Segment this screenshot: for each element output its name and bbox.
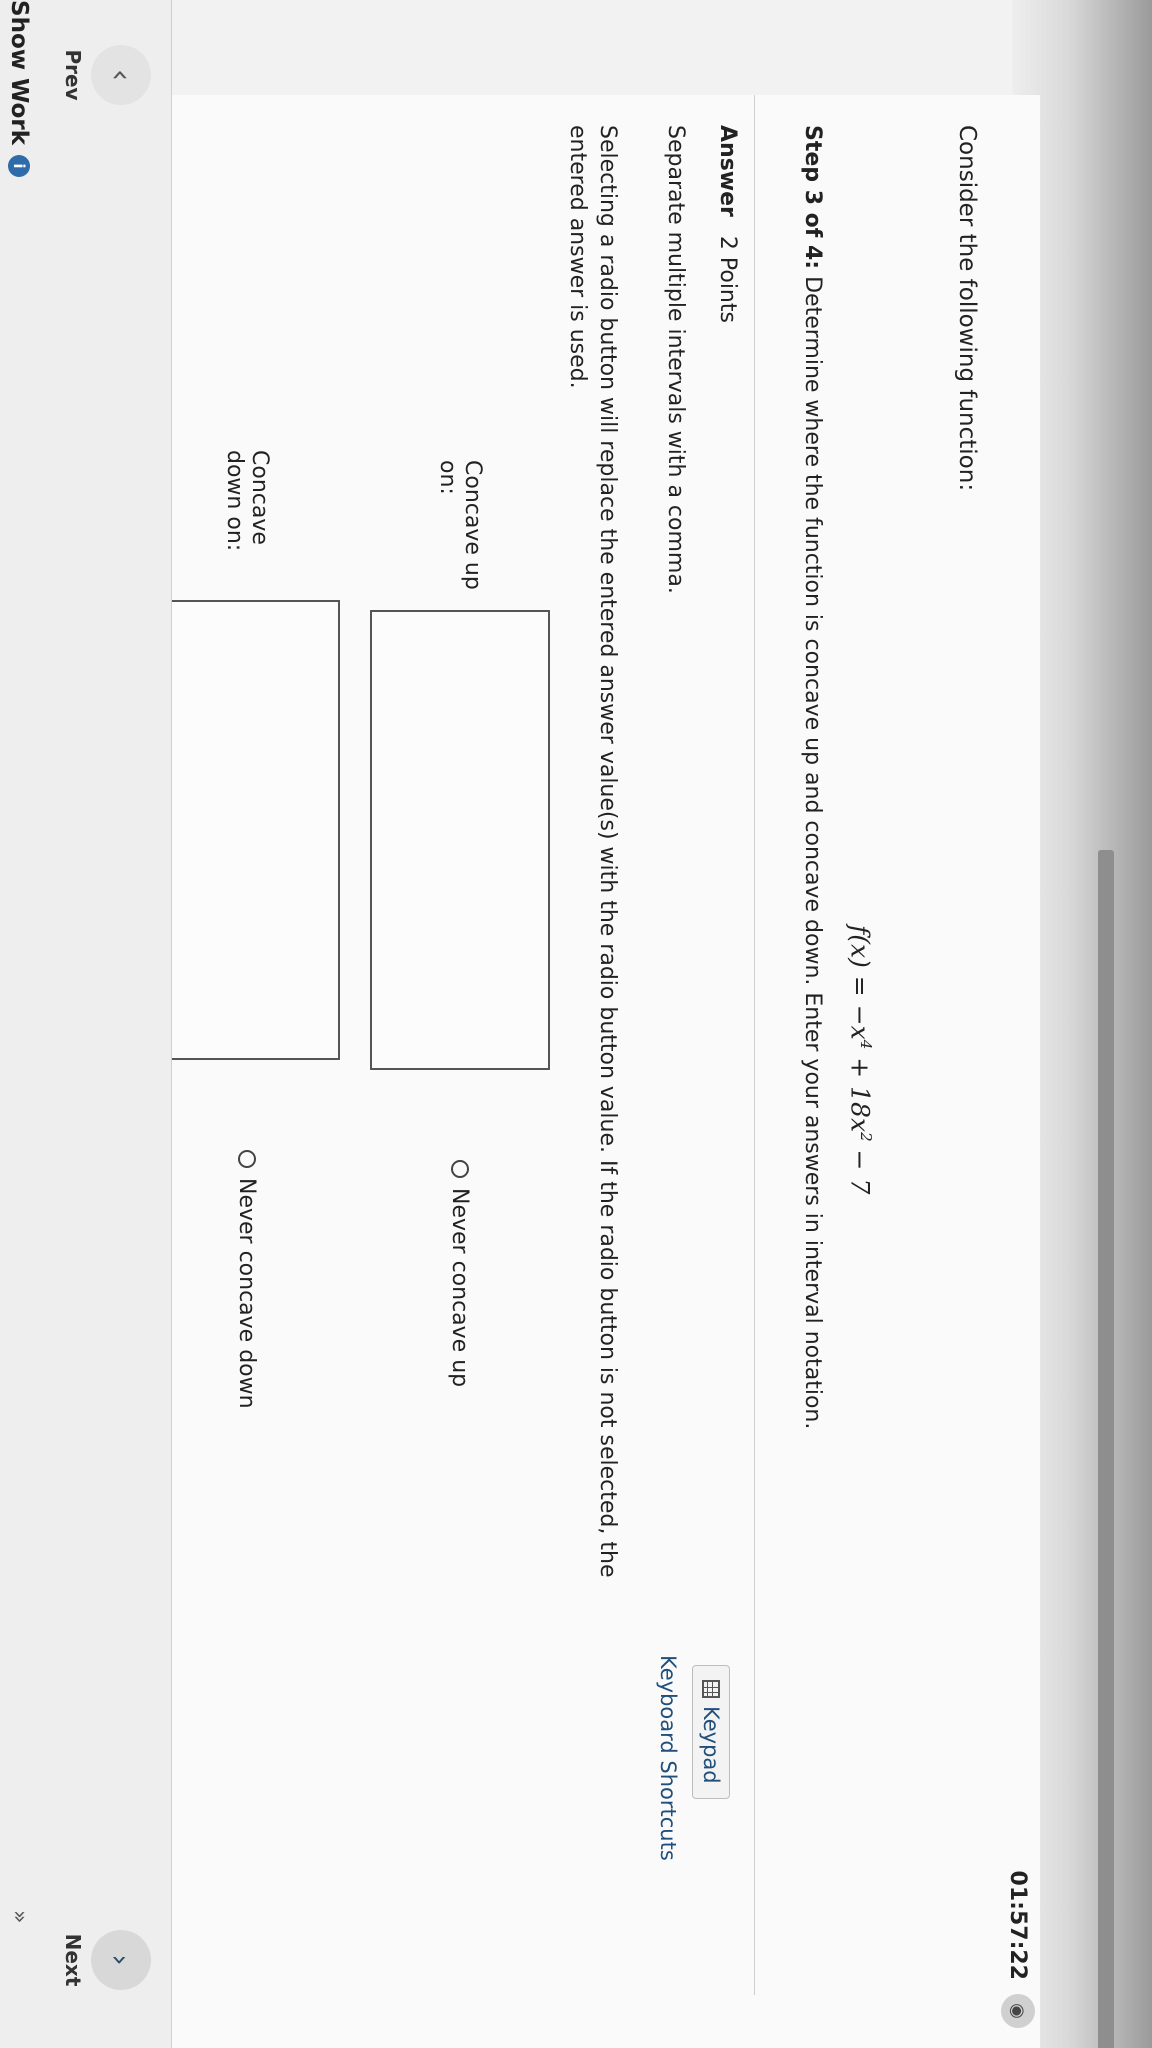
screen: 01:57:22 ◉ Consider the following functi… <box>0 0 1152 2048</box>
step-text: Determine where the function is concave … <box>800 269 825 1430</box>
formula-lhs: f(x) = −x <box>845 925 875 1040</box>
footer-nav: ‹ Prev › Next <box>0 0 172 2048</box>
eye-slash-icon[interactable]: ◉ <box>1001 1994 1035 2028</box>
answer-label: Answer <box>715 125 740 217</box>
concave-down-row: Concave down on: Never concave down <box>154 450 340 1409</box>
never-concave-down-label: Never concave down <box>234 1178 260 1409</box>
prev-button[interactable]: ‹ Prev <box>61 40 151 110</box>
prev-label: Prev <box>61 49 85 101</box>
keypad-icon <box>702 1680 720 1698</box>
chevron-right-icon[interactable]: › <box>91 1930 151 1990</box>
timer-bar: 01:57:22 ◉ <box>996 95 1040 2048</box>
never-concave-up-radio[interactable]: Never concave up <box>448 1160 473 1387</box>
concave-down-label: Concave down on: <box>222 450 272 552</box>
formula-mid: + 18x <box>845 1049 875 1133</box>
formula-exponent-4: 4 <box>857 1039 875 1050</box>
keypad-label: Keypad <box>699 1706 723 1784</box>
next-button[interactable]: › Next <box>61 1920 151 2000</box>
progress-bar <box>1098 850 1114 2048</box>
concave-up-row: Concave up on: Never concave up <box>370 450 550 1387</box>
instruction-separate: Separate multiple intervals with a comma… <box>663 125 688 594</box>
keyboard-shortcuts-link[interactable]: Keyboard Shortcuts <box>656 1655 680 1861</box>
concave-down-input[interactable] <box>154 600 340 1060</box>
step-instruction: Step 3 of 4: Determine where the functio… <box>800 125 825 1429</box>
never-concave-down-radio[interactable]: Never concave down <box>235 1150 260 1409</box>
timer: 01:57:22 <box>1005 1870 1031 1980</box>
show-work-button[interactable]: Show Work i <box>6 0 32 177</box>
formula-rhs: − 7 <box>845 1141 875 1195</box>
formula-exponent-2: 2 <box>857 1132 875 1142</box>
next-label: Next <box>61 1933 85 1987</box>
concave-up-input[interactable] <box>370 610 550 1070</box>
radio-circle-icon[interactable] <box>451 1160 469 1178</box>
info-icon: i <box>8 155 30 177</box>
points-label: 2 Points <box>715 235 740 323</box>
question-prompt: Consider the following function: <box>954 125 980 492</box>
show-work-label: Show Work <box>6 0 32 145</box>
never-concave-up-label: Never concave up <box>447 1188 473 1388</box>
instruction-radio: Selecting a radio button will replace th… <box>565 125 620 1578</box>
keypad-button[interactable]: Keypad <box>692 1665 730 1799</box>
radio-circle-icon[interactable] <box>238 1150 256 1168</box>
chevron-left-icon[interactable]: ‹ <box>91 45 151 105</box>
question-card: 01:57:22 ◉ Consider the following functi… <box>60 95 1040 2048</box>
function-formula: f(x) = −x4 + 18x2 − 7 <box>846 925 875 1194</box>
answer-header: Answer 2 Points <box>715 125 740 323</box>
step-label: Step 3 of 4: <box>800 125 825 270</box>
concave-up-label: Concave up on: <box>435 460 485 590</box>
double-chevron-right-icon[interactable]: » <box>7 1910 32 1923</box>
divider <box>754 95 755 1995</box>
